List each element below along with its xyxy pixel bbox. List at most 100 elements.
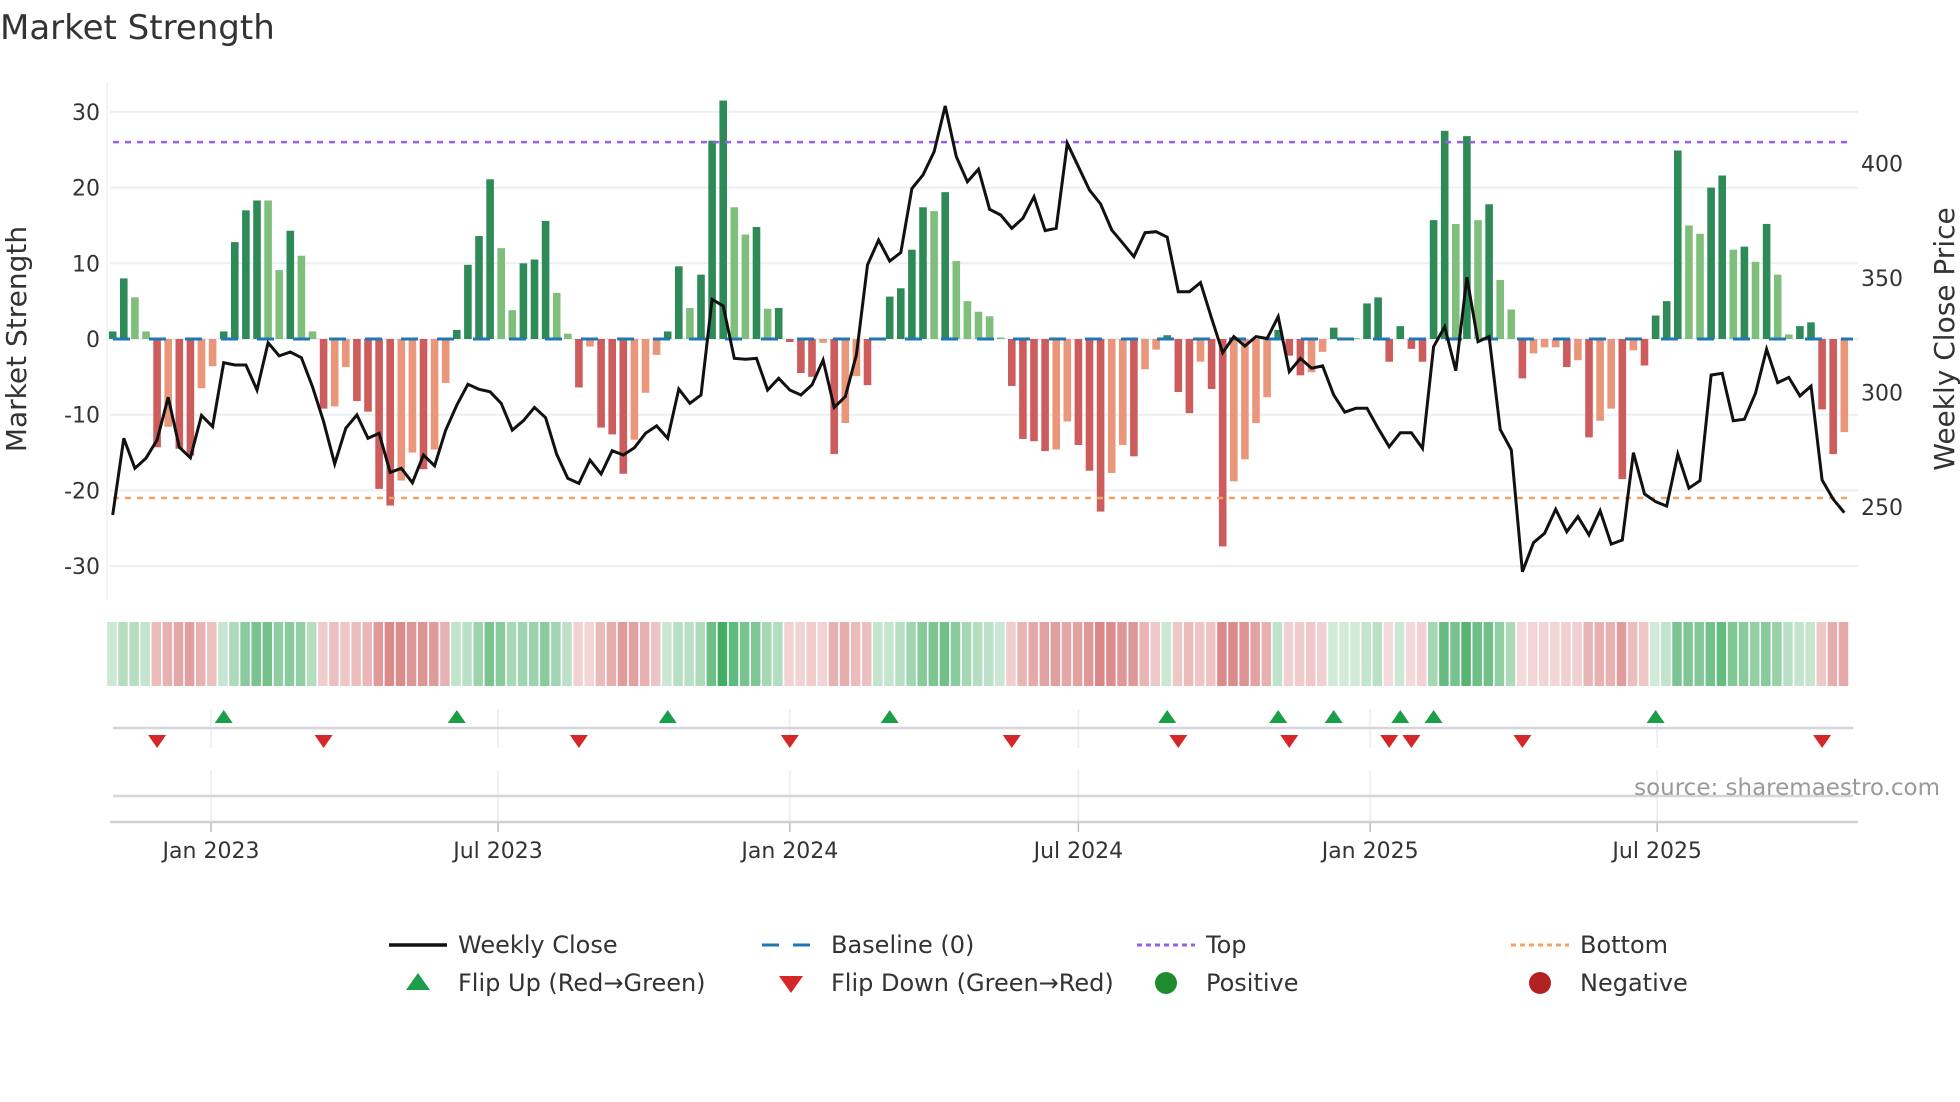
strength-bar xyxy=(1085,339,1094,471)
flip-up-marker xyxy=(447,710,466,723)
legend-label: Top xyxy=(1205,931,1247,959)
heat-cell xyxy=(195,622,206,686)
legend-label: Baseline (0) xyxy=(831,931,974,959)
x-tick-label: Jan 2023 xyxy=(161,839,260,864)
y-tick-label: 0 xyxy=(86,328,100,353)
heat-cell xyxy=(917,622,927,686)
strength-bar xyxy=(1008,339,1016,386)
strength-bar xyxy=(142,331,150,339)
heat-cell xyxy=(1561,622,1571,686)
flip-down-marker xyxy=(780,735,799,748)
heat-cell xyxy=(495,622,506,686)
heat-cell xyxy=(1228,622,1238,686)
heat-cell xyxy=(1461,622,1471,686)
heat-cell xyxy=(1106,622,1116,686)
strength-bar xyxy=(1718,175,1726,339)
heat-cell xyxy=(207,622,217,686)
strength-bar xyxy=(1452,223,1460,339)
strength-bar xyxy=(863,339,872,386)
strength-bar xyxy=(1596,339,1604,421)
heat-cell xyxy=(318,622,328,686)
flip-panel xyxy=(113,709,1853,822)
heat-cell xyxy=(1572,622,1582,686)
heat-cell xyxy=(1372,622,1383,686)
heat-cell xyxy=(107,622,117,686)
heat-cell xyxy=(1616,622,1627,686)
heat-cell xyxy=(451,622,461,686)
strength-bar xyxy=(1063,339,1072,422)
y2-tick-label: 350 xyxy=(1861,267,1903,292)
heat-cell xyxy=(1083,622,1094,686)
heat-cell xyxy=(1539,622,1549,686)
heat-cell xyxy=(606,622,617,686)
strength-bar xyxy=(1185,339,1194,414)
legend-label: Flip Up (Red→Green) xyxy=(458,969,706,997)
heat-cell xyxy=(762,622,772,686)
heat-cell xyxy=(1317,622,1327,686)
strength-bar xyxy=(186,339,195,456)
heat-cell xyxy=(429,622,439,686)
heat-cell xyxy=(284,622,295,686)
y-tick-label: 10 xyxy=(72,252,100,277)
strength-bar xyxy=(630,339,639,440)
heat-cell xyxy=(1061,622,1072,686)
heat-cell xyxy=(484,622,495,686)
strength-bar xyxy=(730,207,739,339)
heat-cell xyxy=(1272,622,1283,686)
heat-cell xyxy=(995,622,1005,686)
strength-bar xyxy=(1252,339,1260,424)
strength-bar xyxy=(275,270,283,339)
heat-cell xyxy=(1194,622,1205,686)
heat-cell xyxy=(961,622,972,686)
heat-cell xyxy=(1672,622,1682,686)
y-axis-label: Market Strength xyxy=(0,226,33,452)
heat-cell xyxy=(1217,622,1227,686)
legend-label: Bottom xyxy=(1580,931,1668,959)
flip-down-marker xyxy=(1380,735,1399,748)
heat-cell xyxy=(1516,622,1527,686)
heat-cell xyxy=(440,622,450,686)
heat-cell xyxy=(1250,622,1260,686)
strength-bar xyxy=(1818,339,1826,410)
flip-up-marker xyxy=(1269,710,1288,723)
heat-cell xyxy=(184,622,195,686)
flip-down-marker xyxy=(1002,735,1021,748)
strength-bar xyxy=(131,297,139,339)
flip-up-marker xyxy=(658,710,677,723)
strength-bar xyxy=(120,278,128,339)
heat-cell xyxy=(506,622,517,686)
heat-cell xyxy=(639,622,650,686)
strength-bar xyxy=(386,339,394,506)
strength-bar xyxy=(1218,339,1227,547)
strength-bar xyxy=(430,339,439,450)
heat-cell xyxy=(806,622,816,686)
strength-bar xyxy=(564,333,572,339)
heat-cell xyxy=(1416,622,1427,686)
heat-cell xyxy=(1550,622,1560,686)
strength-bar xyxy=(1496,279,1504,339)
heat-cell xyxy=(1072,622,1083,686)
strength-bar xyxy=(996,337,1005,339)
heat-cell xyxy=(173,622,184,686)
heat-cell xyxy=(1383,622,1394,686)
heat-cell xyxy=(795,622,805,686)
heat-cell xyxy=(417,622,428,686)
x-tick-label: Jul 2025 xyxy=(1610,839,1702,864)
strength-bar xyxy=(1651,315,1660,339)
strength-bar xyxy=(608,339,616,435)
strength-bar xyxy=(1840,339,1849,433)
flip-down-marker xyxy=(148,735,167,748)
heat-cell xyxy=(1661,622,1671,686)
strength-bar xyxy=(1707,187,1715,339)
source-note: source: sharemaestro.com xyxy=(1634,775,1940,801)
strength-bar xyxy=(1096,339,1105,512)
y2-tick-label: 250 xyxy=(1861,496,1903,521)
heat-cell xyxy=(1405,622,1416,686)
strength-bar xyxy=(797,339,805,374)
heat-cell xyxy=(395,622,406,686)
strength-bar xyxy=(1119,339,1127,445)
strength-bar xyxy=(464,264,472,339)
heat-cell xyxy=(351,622,361,686)
strength-bar xyxy=(1230,339,1238,482)
heat-cell xyxy=(1039,622,1050,686)
